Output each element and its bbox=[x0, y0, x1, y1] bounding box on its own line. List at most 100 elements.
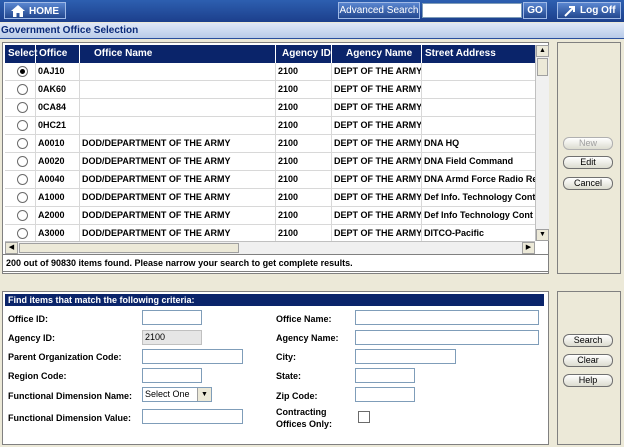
city-input[interactable] bbox=[355, 349, 456, 364]
state-input[interactable] bbox=[355, 368, 415, 383]
cell-agency-name: DEPT OF THE ARMY bbox=[332, 81, 422, 98]
horizontal-scroll-thumb[interactable] bbox=[19, 243, 239, 253]
row-select-radio[interactable] bbox=[17, 192, 28, 203]
row-select-radio[interactable] bbox=[17, 84, 28, 95]
region-code-input[interactable] bbox=[142, 368, 202, 383]
table-row[interactable]: A3000 DOD/DEPARTMENT OF THE ARMY 2100 DEPT … bbox=[5, 225, 535, 242]
log-off-label: Log Off bbox=[580, 5, 616, 16]
vertical-scroll-thumb[interactable] bbox=[537, 58, 548, 76]
office-name-input[interactable] bbox=[355, 310, 539, 325]
search-button-panel: Search Clear Help bbox=[557, 291, 621, 445]
row-select-radio[interactable] bbox=[17, 138, 28, 149]
zip-code-input[interactable] bbox=[355, 387, 415, 402]
log-off-button[interactable]: Log Off bbox=[557, 2, 621, 19]
row-select-radio[interactable] bbox=[17, 156, 28, 167]
contracting-offices-label-1: Contracting bbox=[276, 407, 327, 417]
column-header-office-id[interactable]: Office ID bbox=[36, 45, 80, 77]
functional-dimension-name-select[interactable]: Select One ▼ bbox=[142, 387, 212, 402]
cell-select bbox=[5, 225, 36, 242]
cell-street-address bbox=[422, 63, 535, 80]
cell-street-address: Def Info. Technology Cont bbox=[424, 192, 535, 202]
help-button[interactable]: Help bbox=[563, 374, 613, 387]
cell-office-name: DOD/DEPARTMENT OF THE ARMY bbox=[80, 207, 276, 224]
cell-select bbox=[5, 135, 36, 152]
row-select-radio[interactable] bbox=[17, 66, 28, 77]
table-row[interactable]: 0AJ10 2100 DEPT OF THE ARMY bbox=[5, 63, 535, 81]
home-button[interactable]: HOME bbox=[4, 2, 66, 19]
region-code-label: Region Code: bbox=[8, 371, 67, 381]
cell-office-id: A1000 bbox=[36, 189, 80, 206]
column-header-select: Select bbox=[5, 45, 37, 63]
edit-button[interactable]: Edit bbox=[563, 156, 613, 169]
cell-office-name: DOD/DEPARTMENT OF THE ARMY bbox=[80, 189, 276, 206]
table-row[interactable]: 0CA84 2100 DEPT OF THE ARMY bbox=[5, 99, 535, 117]
cell-agency-id: 2100 bbox=[276, 63, 332, 80]
cell-street-address: DNA Field Command bbox=[424, 156, 514, 166]
cell-select bbox=[5, 153, 36, 170]
row-select-radio[interactable] bbox=[17, 174, 28, 185]
cell-select bbox=[5, 171, 36, 188]
cell-select bbox=[5, 117, 36, 134]
functional-dimension-value-label: Functional Dimension Value: bbox=[8, 413, 132, 423]
cell-agency-id: 2100 bbox=[276, 189, 332, 206]
cell-office-id: 0HC21 bbox=[36, 117, 80, 134]
cancel-button[interactable]: Cancel bbox=[563, 177, 613, 190]
cell-office-id: A2000 bbox=[36, 207, 80, 224]
scroll-left-icon[interactable]: ◀ bbox=[5, 242, 18, 254]
scroll-right-icon[interactable]: ▶ bbox=[522, 242, 535, 254]
clear-button[interactable]: Clear bbox=[563, 354, 613, 367]
city-label: City: bbox=[276, 352, 296, 362]
cell-street-address: DITCO-Pacific bbox=[424, 228, 485, 238]
new-button[interactable]: New bbox=[563, 137, 613, 150]
cell-agency-id: 2100 bbox=[276, 153, 332, 170]
advanced-search-button[interactable]: Advanced Search bbox=[338, 2, 420, 19]
table-row[interactable]: A0010 DOD/DEPARTMENT OF THE ARMY 2100 DEPT … bbox=[5, 135, 535, 153]
table-row[interactable]: A0040 DOD/DEPARTMENT OF THE ARMY 2100 DEPT … bbox=[5, 171, 535, 189]
cell-office-id: A3000 bbox=[36, 225, 80, 242]
scroll-down-icon[interactable]: ▼ bbox=[536, 229, 549, 241]
cell-street-address: DNA Armd Force Radio Re bbox=[424, 174, 535, 184]
parent-org-code-input[interactable] bbox=[142, 349, 243, 364]
table-row[interactable]: A1000 DOD/DEPARTMENT OF THE ARMY 2100 DEPT … bbox=[5, 189, 535, 207]
agency-name-input[interactable] bbox=[355, 330, 539, 345]
cell-select bbox=[5, 207, 36, 224]
row-select-radio[interactable] bbox=[17, 120, 28, 131]
table-row[interactable]: 0HC21 2100 DEPT OF THE ARMY bbox=[5, 117, 535, 135]
row-select-radio[interactable] bbox=[17, 228, 28, 239]
search-button[interactable]: Search bbox=[563, 334, 613, 347]
cell-office-name: DOD/DEPARTMENT OF THE ARMY bbox=[80, 225, 276, 242]
search-input[interactable] bbox=[422, 3, 522, 18]
cell-agency-name: DEPT OF THE ARMY bbox=[332, 117, 422, 134]
cell-office-name bbox=[80, 99, 276, 116]
cell-office-id: 0CA84 bbox=[36, 99, 80, 116]
results-status: 200 out of 90830 items found. Please nar… bbox=[2, 254, 549, 272]
cell-select bbox=[5, 189, 36, 206]
office-name-label: Office Name: bbox=[276, 314, 332, 324]
column-header-office-name[interactable]: Office Name bbox=[80, 45, 276, 63]
top-bar: HOME Advanced Search GO Log Off bbox=[0, 0, 624, 22]
functional-dimension-name-selected: Select One bbox=[145, 389, 190, 399]
cell-office-name bbox=[80, 117, 276, 134]
horizontal-scrollbar[interactable]: ◀ ▶ bbox=[5, 241, 535, 255]
table-row[interactable]: 0AK60 2100 DEPT OF THE ARMY bbox=[5, 81, 535, 99]
column-header-agency-id[interactable]: Agency ID bbox=[276, 45, 332, 63]
go-button[interactable]: GO bbox=[523, 2, 547, 19]
grid-header: Select Office ID Office Name Agency ID A… bbox=[5, 45, 535, 77]
column-header-agency-name[interactable]: Agency Name bbox=[332, 45, 422, 63]
cell-agency-name: DEPT OF THE ARMY bbox=[332, 63, 422, 80]
functional-dimension-value-input[interactable] bbox=[142, 409, 243, 424]
cell-agency-id: 2100 bbox=[276, 171, 332, 188]
row-select-radio[interactable] bbox=[17, 210, 28, 221]
table-row[interactable]: A2000 DOD/DEPARTMENT OF THE ARMY 2100 DEPT … bbox=[5, 207, 535, 225]
column-header-street-address[interactable]: Street Address bbox=[422, 45, 535, 63]
search-criteria-panel: Find items that match the following crit… bbox=[2, 291, 549, 445]
cell-agency-id: 2100 bbox=[276, 135, 332, 152]
cell-agency-name: DEPT OF THE ARMY bbox=[332, 99, 422, 116]
home-label: HOME bbox=[29, 6, 59, 17]
row-select-radio[interactable] bbox=[17, 102, 28, 113]
vertical-scrollbar[interactable]: ▲ ▼ bbox=[535, 45, 549, 241]
scroll-up-icon[interactable]: ▲ bbox=[536, 45, 549, 57]
table-row[interactable]: A0020 DOD/DEPARTMENT OF THE ARMY 2100 DEPT … bbox=[5, 153, 535, 171]
office-id-input[interactable] bbox=[142, 310, 202, 325]
contracting-offices-checkbox[interactable] bbox=[358, 411, 370, 423]
